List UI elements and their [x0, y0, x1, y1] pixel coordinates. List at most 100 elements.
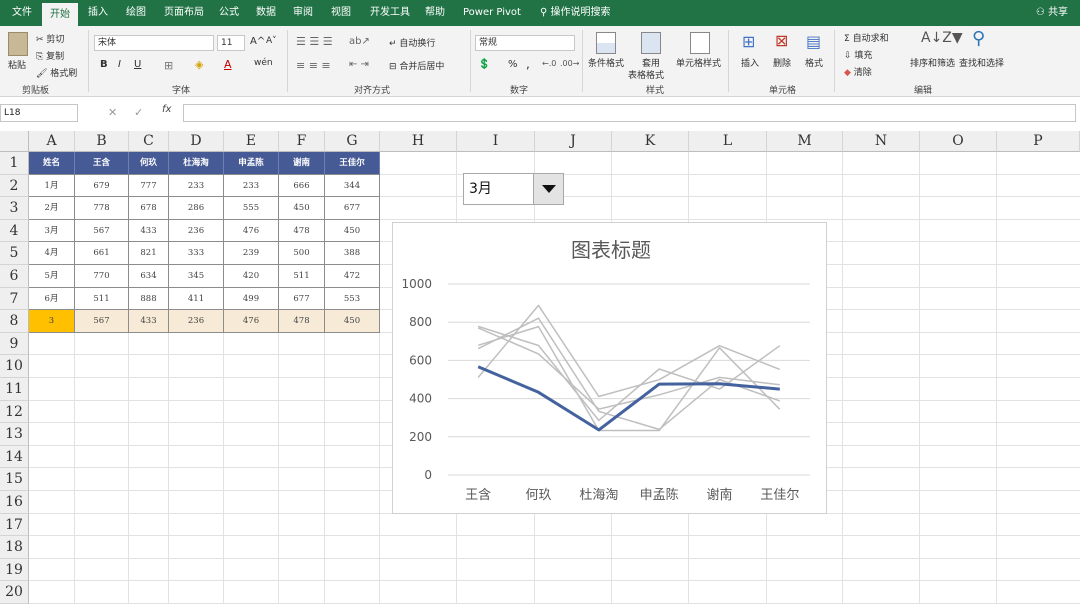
tab-review[interactable]: 审阅	[285, 0, 321, 26]
table-cell[interactable]: 476	[224, 219, 279, 243]
paste-icon[interactable]	[8, 32, 28, 56]
cancel-icon[interactable]: ✕	[108, 106, 117, 119]
clear-button[interactable]: ◆ 清除	[844, 65, 872, 78]
row-header-19[interactable]: 19	[0, 558, 29, 582]
border-icon[interactable]: ⊞	[164, 59, 173, 72]
row-header-13[interactable]: 13	[0, 423, 29, 446]
selected-month-cell[interactable]: 567	[75, 310, 129, 333]
row-header-1[interactable]: 1	[0, 152, 29, 175]
table-cell[interactable]: 472	[325, 265, 380, 288]
tab-help[interactable]: 帮助	[417, 0, 453, 26]
table-cell[interactable]: 286	[169, 197, 224, 220]
select-all-corner[interactable]	[0, 131, 29, 152]
row-header-14[interactable]: 14	[0, 445, 29, 469]
formula-input[interactable]	[183, 104, 1076, 122]
table-cell[interactable]: 666	[279, 174, 325, 198]
table-cell[interactable]: 555	[224, 197, 279, 220]
table-cell[interactable]: 553	[325, 287, 380, 311]
indent-icon[interactable]: ⇤ ⇥	[349, 59, 369, 70]
column-header-K[interactable]: K	[612, 131, 689, 152]
paste-button[interactable]: 粘贴	[8, 58, 26, 71]
table-cell[interactable]: 770	[75, 265, 129, 288]
underline-button[interactable]: U	[134, 59, 141, 70]
table-cell[interactable]: 678	[129, 197, 169, 220]
selected-month-cell[interactable]: 3	[29, 310, 75, 333]
table-cell[interactable]: 567	[75, 219, 129, 243]
column-header-B[interactable]: B	[75, 131, 129, 152]
table-cell[interactable]: 634	[129, 265, 169, 288]
grow-font-button[interactable]: A^	[250, 36, 265, 47]
table-header-cell[interactable]: 王含	[75, 152, 129, 175]
table-cell[interactable]: 679	[75, 174, 129, 198]
table-cell[interactable]: 661	[75, 242, 129, 265]
table-cell[interactable]: 888	[129, 287, 169, 311]
column-header-D[interactable]: D	[169, 131, 224, 152]
tab-draw[interactable]: 绘图	[118, 0, 154, 26]
table-cell[interactable]: 450	[279, 197, 325, 220]
table-cell[interactable]: 500	[279, 242, 325, 265]
row-header-5[interactable]: 5	[0, 242, 29, 265]
table-cell[interactable]: 388	[325, 242, 380, 265]
tab-power-pivot[interactable]: Power Pivot	[455, 0, 529, 26]
row-header-17[interactable]: 17	[0, 513, 29, 537]
column-header-J[interactable]: J	[535, 131, 612, 152]
decimal-increase-icon[interactable]: ←.0	[542, 59, 556, 68]
accounting-icon[interactable]: 💲	[478, 59, 490, 70]
table-cell[interactable]: 677	[279, 287, 325, 311]
merge-center-button[interactable]: ⊟ 合并后居中	[389, 59, 444, 72]
cut-button[interactable]: ✂ 剪切	[36, 32, 64, 45]
table-cell[interactable]: 333	[169, 242, 224, 265]
phonetic-button[interactable]: wén	[254, 58, 273, 68]
selected-month-cell[interactable]: 236	[169, 310, 224, 333]
table-cell[interactable]: 233	[224, 174, 279, 198]
row-header-3[interactable]: 3	[0, 197, 29, 220]
column-header-O[interactable]: O	[920, 131, 997, 152]
percent-button[interactable]: %	[508, 59, 518, 70]
table-cell[interactable]: 511	[279, 265, 325, 288]
conditional-format-button[interactable]: 条件格式	[588, 56, 624, 69]
copy-button[interactable]: ⎘ 复制	[36, 49, 64, 62]
table-cell[interactable]: 344	[325, 174, 380, 198]
selected-month-cell[interactable]: 476	[224, 310, 279, 333]
selected-month-cell[interactable]: 433	[129, 310, 169, 333]
align-top-icon[interactable]: ☰ ☰ ☰	[296, 35, 333, 48]
table-cell[interactable]: 5月	[29, 265, 75, 288]
table-cell[interactable]: 411	[169, 287, 224, 311]
table-header-cell[interactable]: 谢南	[279, 152, 325, 175]
column-header-L[interactable]: L	[689, 131, 767, 152]
line-chart[interactable]: 图表标题 0 200 400 600 800 1000 王含 何玖 杜海淘 申孟陈 谢南 王佳尔	[392, 222, 827, 514]
column-header-F[interactable]: F	[279, 131, 325, 152]
table-cell[interactable]: 821	[129, 242, 169, 265]
table-cell[interactable]: 6月	[29, 287, 75, 311]
bold-button[interactable]: B	[100, 59, 108, 70]
orientation-icon[interactable]: ab↗	[349, 36, 370, 47]
tab-view[interactable]: 视图	[323, 0, 359, 26]
font-size-select[interactable]: 11	[217, 35, 245, 51]
column-header-G[interactable]: G	[325, 131, 380, 152]
table-header-cell[interactable]: 申孟陈	[224, 152, 279, 175]
row-header-2[interactable]: 2	[0, 174, 29, 198]
tab-home[interactable]: 开始	[42, 3, 78, 26]
share-button[interactable]: ⚇ 共享	[1036, 0, 1068, 26]
column-header-H[interactable]: H	[380, 131, 457, 152]
font-color-icon[interactable]: A	[224, 58, 232, 71]
column-header-E[interactable]: E	[224, 131, 279, 152]
row-header-12[interactable]: 12	[0, 400, 29, 424]
cell-style-button[interactable]: 单元格样式	[676, 56, 721, 69]
format-painter-button[interactable]: 🖌 格式刷	[36, 66, 77, 79]
comma-button[interactable]: ,	[526, 57, 530, 71]
table-cell[interactable]: 239	[224, 242, 279, 265]
row-header-10[interactable]: 10	[0, 355, 29, 378]
table-header-cell[interactable]: 杜海淘	[169, 152, 224, 175]
table-cell[interactable]: 2月	[29, 197, 75, 220]
font-name-select[interactable]: 宋体	[94, 35, 214, 51]
table-cell[interactable]: 236	[169, 219, 224, 243]
table-cell[interactable]: 433	[129, 219, 169, 243]
month-dropdown[interactable]: 3月	[463, 173, 564, 205]
autosum-button[interactable]: Σ 自动求和	[844, 31, 889, 44]
row-header-8[interactable]: 8	[0, 310, 29, 333]
tab-developer[interactable]: 开发工具	[362, 0, 418, 26]
tab-formulas[interactable]: 公式	[211, 0, 247, 26]
fill-color-icon[interactable]: ◈	[195, 58, 203, 71]
table-header-cell[interactable]: 姓名	[29, 152, 75, 175]
